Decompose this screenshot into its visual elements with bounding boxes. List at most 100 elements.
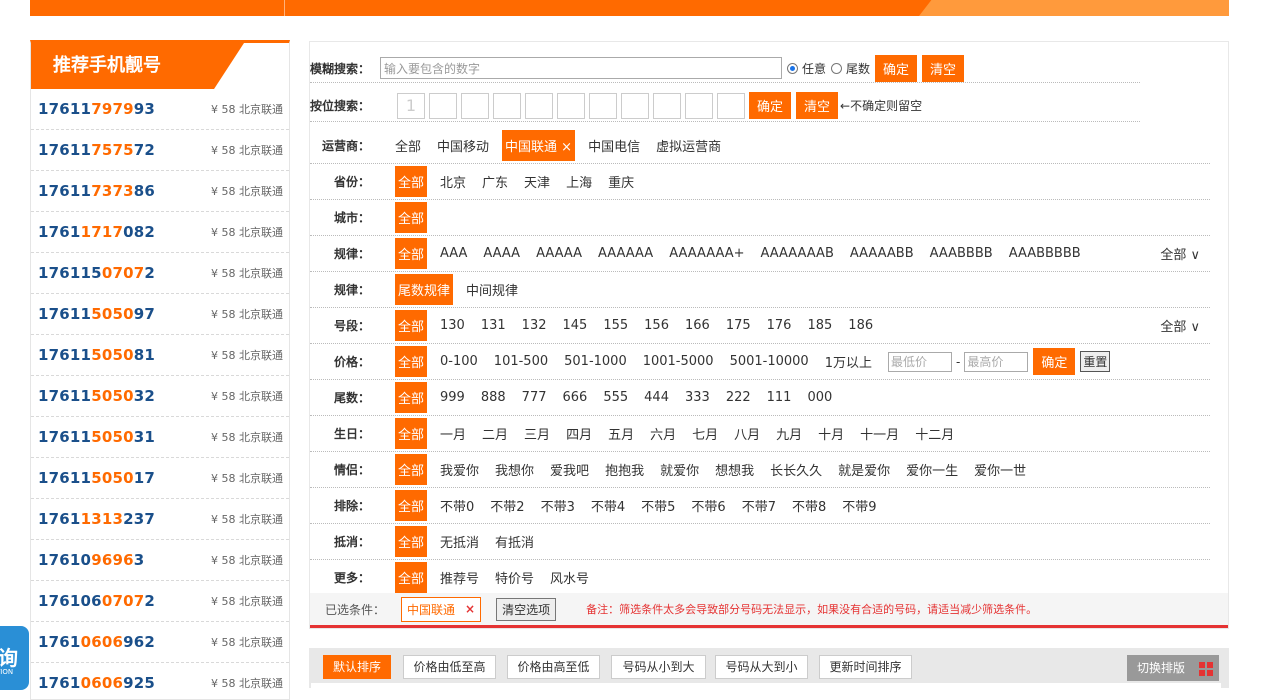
filter-option[interactable]: 长长久久	[770, 460, 822, 479]
phone-number[interactable]: 17610607072	[38, 592, 211, 610]
filter-option[interactable]: 101-500	[494, 354, 548, 369]
filter-option[interactable]: 777	[522, 390, 547, 405]
remove-tag-icon[interactable]: ×	[465, 602, 475, 616]
phone-number[interactable]: 17611507072	[38, 264, 211, 282]
filter-option[interactable]: AAAAABB	[850, 246, 914, 261]
filter-option[interactable]: AAABBBB	[930, 246, 993, 261]
filter-option[interactable]: 风水号	[550, 568, 589, 587]
filter-option[interactable]: 我想你	[495, 460, 534, 479]
digit-input[interactable]: 1	[397, 92, 425, 119]
filter-option[interactable]: 十二月	[915, 424, 954, 443]
phone-number[interactable]: 17611505031	[38, 428, 211, 446]
filter-option[interactable]: 666	[563, 390, 588, 405]
filter-option[interactable]: 中国移动	[437, 136, 489, 155]
consult-float-button[interactable]: 询 TION	[0, 626, 29, 690]
filter-option[interactable]: 爱你一生	[906, 460, 958, 479]
filter-option[interactable]: AAA	[440, 246, 467, 261]
filter-option[interactable]: AAAAAAAB	[761, 246, 834, 261]
filter-option[interactable]: 中国联通 ×	[502, 130, 576, 161]
filter-option[interactable]: 二月	[482, 424, 508, 443]
digit-input[interactable]	[717, 92, 745, 119]
filter-option[interactable]: 不带6	[691, 496, 725, 515]
sort-button[interactable]: 默认排序	[323, 655, 391, 679]
sidebar-number-item[interactable]: 17610606962 ¥ 58 北京联通	[31, 622, 289, 663]
filter-option[interactable]: 就爱你	[660, 460, 699, 479]
sort-button[interactable]: 价格由低至高	[403, 655, 496, 679]
filter-option[interactable]: 八月	[734, 424, 760, 443]
filter-option[interactable]: 全部	[395, 454, 428, 485]
filter-option[interactable]: 一月	[440, 424, 466, 443]
phone-number[interactable]: 17611505017	[38, 469, 211, 487]
filter-option[interactable]: 三月	[524, 424, 550, 443]
price-confirm-button[interactable]: 确定	[1033, 348, 1076, 375]
filter-option[interactable]: 天津	[524, 172, 550, 191]
price-reset-button[interactable]: 重置	[1080, 351, 1111, 372]
filter-option[interactable]: 333	[685, 390, 710, 405]
filter-option[interactable]: 全部	[395, 166, 428, 197]
filter-option[interactable]: 145	[563, 318, 588, 333]
position-clear-button[interactable]: 清空	[796, 92, 839, 119]
filter-option[interactable]: 166	[685, 318, 710, 333]
filter-option[interactable]: 不带5	[641, 496, 675, 515]
sidebar-number-item[interactable]: 17611313237 ¥ 58 北京联通	[31, 499, 289, 540]
sort-button[interactable]: 号码从大到小	[715, 655, 808, 679]
position-confirm-button[interactable]: 确定	[749, 92, 792, 119]
phone-number[interactable]: 17611757572	[38, 141, 211, 159]
filter-option[interactable]: 中间规律	[466, 280, 518, 299]
phone-number[interactable]: 17611313237	[38, 510, 211, 528]
filter-option[interactable]: 全部	[395, 382, 428, 413]
filter-option[interactable]: 爱你一世	[974, 460, 1026, 479]
phone-number[interactable]: 1761096963	[38, 551, 211, 569]
filter-option[interactable]: 不带2	[490, 496, 524, 515]
chosen-tag-unicom[interactable]: 中国联通 ×	[401, 596, 482, 622]
filter-option[interactable]: 中国电信	[588, 136, 640, 155]
fuzzy-confirm-button[interactable]: 确定	[875, 54, 918, 82]
sidebar-number-item[interactable]: 17611505032 ¥ 58 北京联通	[31, 376, 289, 417]
sort-button[interactable]: 价格由高至低	[507, 655, 600, 679]
phone-number[interactable]: 17611505081	[38, 346, 211, 364]
filter-option[interactable]: 不带0	[440, 496, 474, 515]
digit-input[interactable]	[621, 92, 649, 119]
sidebar-number-item[interactable]: 17610606925 ¥ 58 北京联通	[31, 663, 289, 699]
filter-option[interactable]: 全部	[395, 562, 428, 593]
sidebar-number-item[interactable]: 17611507072 ¥ 58 北京联通	[31, 253, 289, 294]
digit-input[interactable]	[653, 92, 681, 119]
radio-tail[interactable]: 尾数	[831, 60, 870, 77]
filter-option[interactable]: 156	[644, 318, 669, 333]
filter-option[interactable]: 无抵消	[440, 532, 479, 551]
phone-number[interactable]: 17611505097	[38, 305, 211, 323]
filter-option[interactable]: 111	[767, 390, 792, 405]
filter-option[interactable]: 广东	[482, 172, 508, 191]
filter-option[interactable]: 推荐号	[440, 568, 479, 587]
digit-input[interactable]	[589, 92, 617, 119]
phone-number[interactable]: 17611717082	[38, 223, 211, 241]
filter-option[interactable]: 不带3	[541, 496, 575, 515]
sort-button[interactable]: 更新时间排序	[819, 655, 912, 679]
filter-option[interactable]: 尾数规律	[395, 274, 454, 305]
filter-option[interactable]: AAABBBBB	[1009, 246, 1081, 261]
sidebar-number-item[interactable]: 17611505097 ¥ 58 北京联通	[31, 294, 289, 335]
filter-option[interactable]: 全部	[395, 418, 428, 449]
sidebar-number-item[interactable]: 17611757572 ¥ 58 北京联通	[31, 130, 289, 171]
filter-option[interactable]: 175	[726, 318, 751, 333]
sort-button[interactable]: 号码从小到大	[611, 655, 706, 679]
filter-option[interactable]: 222	[726, 390, 751, 405]
fuzzy-search-input[interactable]: 输入要包含的数字	[380, 57, 782, 79]
digit-input[interactable]	[429, 92, 457, 119]
sidebar-number-item[interactable]: 17610607072 ¥ 58 北京联通	[31, 581, 289, 622]
filter-option[interactable]: 不带9	[842, 496, 876, 515]
sidebar-number-item[interactable]: 1761096963 ¥ 58 北京联通	[31, 540, 289, 581]
max-price-input[interactable]: 最高价	[964, 351, 1029, 372]
filter-option[interactable]: 全部	[395, 490, 428, 521]
filter-option[interactable]: 九月	[776, 424, 802, 443]
filter-option[interactable]: 1万以上	[825, 352, 872, 371]
filter-option[interactable]: 全部	[395, 346, 428, 377]
filter-option[interactable]: 四月	[566, 424, 592, 443]
sidebar-number-item[interactable]: 17611505017 ¥ 58 北京联通	[31, 458, 289, 499]
filter-option[interactable]: 1001-5000	[643, 354, 714, 369]
digit-input[interactable]	[525, 92, 553, 119]
filter-option[interactable]: 七月	[692, 424, 718, 443]
filter-option[interactable]: 全部	[395, 310, 428, 341]
filter-option[interactable]: 想想我	[715, 460, 754, 479]
phone-number[interactable]: 17610606925	[38, 674, 211, 692]
